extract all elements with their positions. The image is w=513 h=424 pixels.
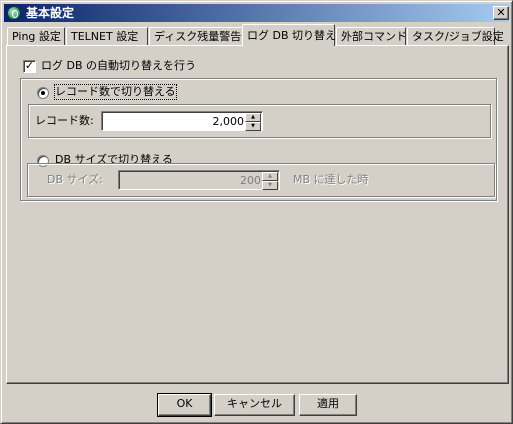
tab-panel: ✓ ログ DB の自動切り替えを行う レコード数で切り替える レコード数: 2,…: [6, 45, 509, 384]
close-icon: ✕: [496, 6, 506, 19]
tab-task-job[interactable]: タスク/ジョブ設定: [407, 27, 504, 45]
ok-button[interactable]: OK: [157, 393, 212, 417]
auto-switch-label[interactable]: ログ DB の自動切り替えを行う: [41, 59, 196, 73]
record-count-radio[interactable]: [37, 87, 49, 99]
cancel-button[interactable]: キャンセル: [214, 394, 295, 416]
spin-up-icon: ▲: [268, 173, 272, 179]
tab-disk-warning[interactable]: ディスク残量警告: [149, 27, 243, 45]
db-size-down-button[interactable]: ▼: [262, 181, 278, 190]
spin-up-icon: ▲: [251, 114, 255, 120]
db-size-suffix: MB に達した時: [293, 173, 369, 186]
tab-external-command[interactable]: 外部コマンド: [336, 27, 407, 45]
record-count-down-button[interactable]: ▼: [245, 122, 261, 131]
spin-down-icon: ▼: [251, 123, 255, 129]
record-count-stepper[interactable]: 2,000 ▲ ▼: [101, 111, 263, 131]
check-icon: ✓: [24, 59, 35, 72]
apply-button[interactable]: 適用: [299, 394, 357, 416]
db-size-field-label: DB サイズ:: [47, 173, 103, 186]
db-size-value[interactable]: 200: [240, 173, 261, 189]
close-button[interactable]: ✕: [493, 6, 509, 20]
record-count-value[interactable]: 2,000: [213, 114, 245, 130]
settings-dialog: 基本設定 ✕ Ping 設定 TELNET 設定 ディスク残量警告 ログ DB …: [0, 0, 513, 424]
record-count-box: レコード数: 2,000 ▲ ▼: [28, 104, 491, 138]
db-size-box: DB サイズ: 200 ▲ ▼ MB に達した時: [27, 163, 495, 197]
db-size-up-button[interactable]: ▲: [262, 172, 278, 181]
title-bar[interactable]: 基本設定 ✕: [4, 4, 509, 22]
tab-telnet[interactable]: TELNET 設定: [66, 27, 148, 45]
app-icon: [7, 6, 21, 20]
tab-log-db-switch[interactable]: ログ DB 切り替え: [242, 24, 336, 46]
db-size-stepper[interactable]: 200 ▲ ▼: [118, 170, 280, 190]
record-count-up-button[interactable]: ▲: [245, 113, 261, 122]
record-count-radio-label[interactable]: レコード数で切り替える: [54, 84, 177, 100]
spin-down-icon: ▼: [268, 182, 272, 188]
window-title: 基本設定: [26, 6, 75, 20]
auto-switch-checkbox[interactable]: ✓: [23, 60, 36, 73]
record-count-field-label: レコード数:: [35, 114, 94, 127]
tab-ping[interactable]: Ping 設定: [7, 27, 65, 45]
